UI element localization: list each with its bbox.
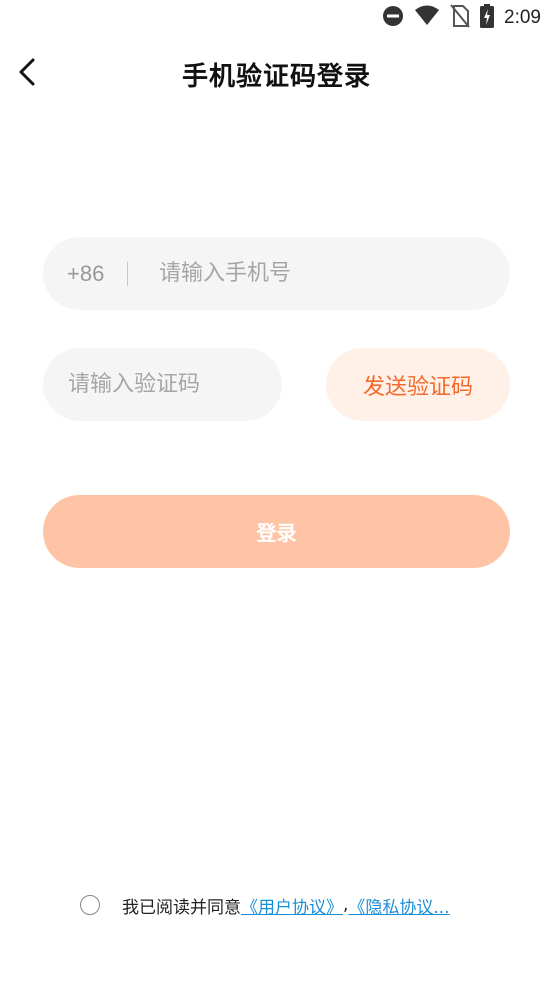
login-button[interactable]: 登录 [43, 495, 510, 568]
phone-input[interactable] [159, 237, 489, 310]
agree-checkbox[interactable] [80, 895, 100, 915]
agreement-row: 我已阅读并同意 《用户协议》 , 《隐私协议... [80, 892, 450, 918]
send-code-button[interactable]: 发送验证码 [326, 348, 510, 421]
agreement-text: 我已阅读并同意 [122, 897, 241, 918]
verification-code-input[interactable] [68, 348, 268, 421]
status-icons: 2:09 [382, 4, 541, 32]
page-title: 手机验证码登录 [181, 62, 371, 92]
do-not-disturb-icon [382, 5, 404, 31]
nav-bar: 手机验证码登录 [0, 40, 553, 108]
privacy-policy-link[interactable]: 《隐私协议... [348, 893, 449, 918]
code-field[interactable] [43, 348, 282, 421]
battery-charging-icon [480, 4, 495, 32]
no-sim-icon [450, 4, 470, 32]
country-code[interactable]: +86 [67, 237, 104, 310]
user-agreement-link[interactable]: 《用户协议》 [241, 893, 343, 918]
wifi-icon [414, 5, 440, 31]
phone-field[interactable]: +86 [43, 237, 510, 310]
status-bar: 2:09 [0, 0, 553, 36]
divider [127, 262, 128, 286]
status-time: 2:09 [504, 7, 541, 28]
